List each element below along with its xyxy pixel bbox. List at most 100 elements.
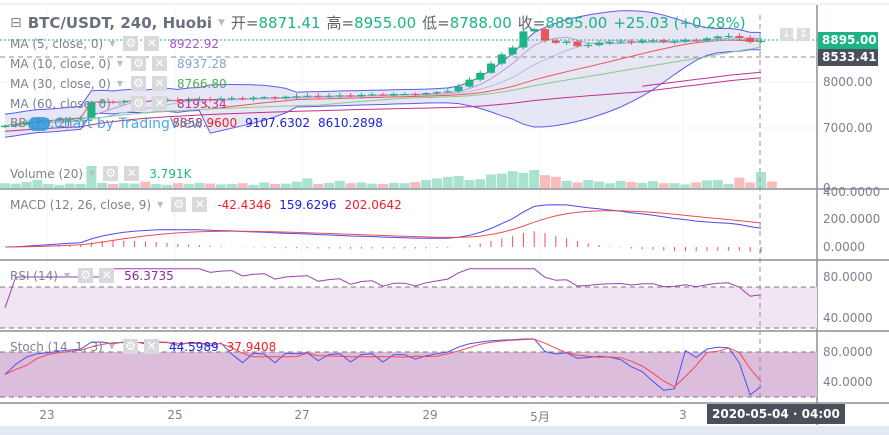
- close-icon[interactable]: ✕: [151, 76, 167, 91]
- candle-body: [411, 93, 420, 95]
- legend-ma10[interactable]: MA (10, close, 0) ▼ ⚙ ✕ 8937.28: [10, 56, 227, 71]
- close-icon[interactable]: ✕: [124, 166, 140, 181]
- close-icon[interactable]: ✕: [99, 268, 115, 283]
- candle-body: [335, 95, 344, 97]
- chevron-down-icon[interactable]: ▼: [117, 59, 123, 68]
- chevron-down-icon[interactable]: ▼: [157, 200, 163, 209]
- volume-bar: [453, 176, 464, 188]
- volume-bar: [475, 179, 486, 188]
- volume-bar: [43, 184, 54, 188]
- close-label: 收=: [517, 14, 546, 32]
- volume-bar: [21, 182, 32, 188]
- legend-value: 8922.92: [169, 36, 219, 51]
- gear-icon[interactable]: ⚙: [103, 166, 119, 181]
- price-tick: 8000.00: [823, 75, 873, 89]
- legend-value: 8937.28: [176, 56, 227, 71]
- candle-body: [551, 40, 560, 43]
- chevron-down-icon[interactable]: ▼: [89, 169, 95, 178]
- gear-icon[interactable]: ⚙: [130, 76, 146, 91]
- stoch-tick: 40.0000: [823, 375, 873, 389]
- volume-bar: [756, 172, 766, 188]
- volume-bar: [399, 183, 410, 188]
- volume-bar: [540, 175, 550, 188]
- legend-ma60[interactable]: MA (60, close, 0) ▼ ⚙ ✕ 8193.34: [10, 96, 227, 111]
- macd-tick: 400.0000: [823, 185, 881, 199]
- legend-label: Stoch (14, 1, 3): [10, 339, 103, 354]
- legend-label: MACD (12, 26, close, 9): [10, 197, 152, 212]
- candle-body: [379, 94, 387, 96]
- tradingview-watermark[interactable]: Chart by TradingView: [28, 116, 203, 132]
- time-tick: 29: [422, 408, 438, 422]
- candle-body: [508, 47, 517, 55]
- volume-bar: [129, 183, 140, 188]
- gear-icon[interactable]: ⚙: [171, 197, 187, 212]
- volume-bar: [313, 184, 324, 188]
- gear-icon[interactable]: ⚙: [123, 36, 139, 51]
- volume-bar: [0, 183, 10, 188]
- symbol-title[interactable]: BTC/USDT, 240, Huobi: [28, 14, 212, 32]
- legend-value-signal: 202.0642: [344, 197, 402, 212]
- volume-bar: [550, 176, 561, 188]
- open-value: 8871.41: [258, 14, 321, 32]
- candle-body: [443, 91, 452, 93]
- candle-body: [476, 72, 485, 80]
- volume-bar: [637, 182, 648, 188]
- volume-bar: [75, 184, 86, 188]
- volume-bar: [702, 180, 712, 188]
- gear-icon[interactable]: ⚙: [130, 56, 146, 71]
- chevron-down-icon[interactable]: ▼: [109, 342, 115, 351]
- close-value: 8895.00: [545, 14, 608, 32]
- legend-volume[interactable]: Volume (20) ▼ ⚙ ✕ 3.791K: [10, 166, 191, 181]
- legend-ma30[interactable]: MA (30, close, 0) ▼ ⚙ ✕ 8766.80: [10, 76, 227, 91]
- collapse-icon[interactable]: ⊟: [10, 15, 22, 31]
- symbol-header: ⊟ BTC/USDT, 240, Huobi ▼ 开=8871.41 高=895…: [10, 12, 746, 33]
- volume-bar: [367, 183, 378, 188]
- close-icon[interactable]: ✕: [151, 96, 167, 111]
- volume-bar: [486, 174, 496, 188]
- macd-tick: 0.0000: [823, 240, 865, 254]
- volume-bar: [583, 180, 594, 188]
- volume-bar: [356, 182, 367, 188]
- legend-ma5[interactable]: MA (5, close, 0) ▼ ⚙ ✕ 8922.92: [10, 36, 219, 51]
- candle-body: [573, 41, 582, 47]
- gear-icon[interactable]: ⚙: [123, 339, 138, 354]
- candle-body: [325, 95, 333, 97]
- chevron-down-icon[interactable]: ▼: [117, 99, 123, 108]
- volume-bar: [745, 182, 756, 188]
- chevron-down-icon[interactable]: ▼: [218, 18, 225, 28]
- chevron-down-icon[interactable]: ▼: [64, 271, 70, 280]
- cloud-logo-icon: [28, 117, 50, 131]
- volume-bar: [669, 183, 680, 188]
- volume-bar: [712, 180, 723, 188]
- scale-down-icon[interactable]: ↓: [780, 28, 793, 41]
- legend-macd[interactable]: MACD (12, 26, close, 9) ▼ ⚙ ✕ -42.4346 159.62…: [10, 197, 402, 212]
- time-tick: 3: [679, 408, 687, 422]
- legend-stoch[interactable]: Stoch (14, 1, 3) ▼ ⚙ ✕ 44.5989 37.9408: [10, 339, 276, 354]
- candle-body: [249, 97, 258, 100]
- tradingview-chart[interactable]: ⊟ BTC/USDT, 240, Huobi ▼ 开=8871.41 高=895…: [0, 0, 889, 435]
- volume-bar: [108, 184, 118, 188]
- gear-icon[interactable]: ⚙: [130, 96, 146, 111]
- gear-icon[interactable]: ⚙: [78, 268, 94, 283]
- close-icon[interactable]: ✕: [192, 197, 208, 212]
- scale-both-icon[interactable]: ↕: [797, 28, 810, 41]
- candle-body: [605, 41, 614, 43]
- chevron-down-icon[interactable]: ▼: [117, 79, 123, 88]
- candle-body: [433, 92, 441, 94]
- volume-bar: [194, 182, 205, 188]
- close-icon[interactable]: ✕: [144, 339, 159, 354]
- candle-body: [735, 36, 744, 38]
- legend-rsi[interactable]: RSI (14) ▼ ⚙ ✕ 56.3735: [10, 268, 174, 283]
- chevron-down-icon[interactable]: ▼: [109, 39, 115, 48]
- high-label: 高=: [326, 14, 355, 32]
- volume-bar: [723, 184, 734, 188]
- volume-bar: [378, 184, 388, 188]
- legend-value-macd: 159.6296: [279, 197, 337, 212]
- candle-body: [497, 54, 506, 64]
- candle-body: [616, 41, 625, 43]
- legend-value-k: 44.5989: [169, 339, 219, 354]
- candle-body: [713, 36, 722, 39]
- close-icon[interactable]: ✕: [144, 36, 160, 51]
- legend-value-upper: 9107.6302: [245, 116, 310, 130]
- close-icon[interactable]: ✕: [151, 56, 167, 71]
